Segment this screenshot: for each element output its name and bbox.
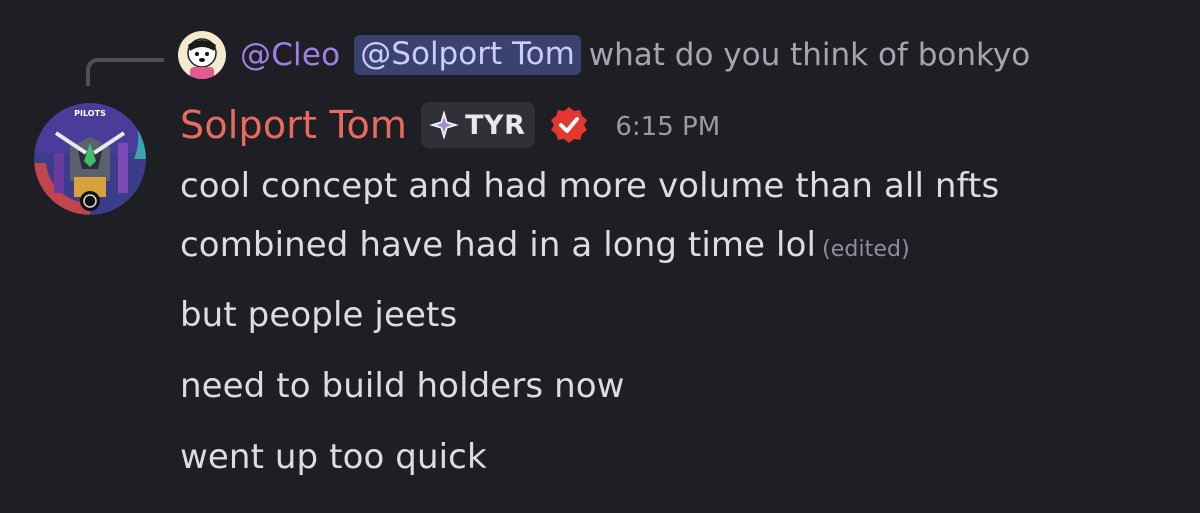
- message-line: went up too quick: [180, 437, 487, 477]
- reply-author[interactable]: @Cleo: [240, 37, 340, 73]
- server-tag-label: TYR: [465, 109, 526, 141]
- reply-avatar[interactable]: [178, 31, 226, 79]
- reply-mention[interactable]: @Solport Tom: [354, 35, 581, 75]
- message-line: cool concept and had more volume than al…: [180, 166, 1000, 206]
- verified-badge-icon: [551, 107, 588, 143]
- message-frame: @Cleo @Solport Tom what do you think of …: [0, 0, 1200, 513]
- message-line: combined have had in a long time lol (edi…: [180, 225, 910, 265]
- sparkle-icon: [429, 110, 459, 140]
- message-line: but people jeets: [180, 295, 458, 335]
- avatar-badge-text: PILOTS: [74, 109, 106, 118]
- message-line-text: combined have had in a long time lol: [180, 225, 817, 265]
- username[interactable]: Solport Tom: [180, 103, 407, 147]
- message-header: Solport Tom TYR 6:15 PM: [180, 98, 720, 152]
- reply-preview[interactable]: @Cleo @Solport Tom what do you think of …: [178, 30, 1030, 80]
- reply-connector: [86, 58, 164, 86]
- message-line: need to build holders now: [180, 366, 625, 406]
- reply-text[interactable]: what do you think of bonkyo: [589, 37, 1030, 73]
- server-tag[interactable]: TYR: [421, 102, 536, 148]
- timestamp[interactable]: 6:15 PM: [615, 112, 720, 142]
- user-avatar[interactable]: PILOTS: [34, 103, 146, 215]
- edited-label: (edited): [822, 237, 910, 262]
